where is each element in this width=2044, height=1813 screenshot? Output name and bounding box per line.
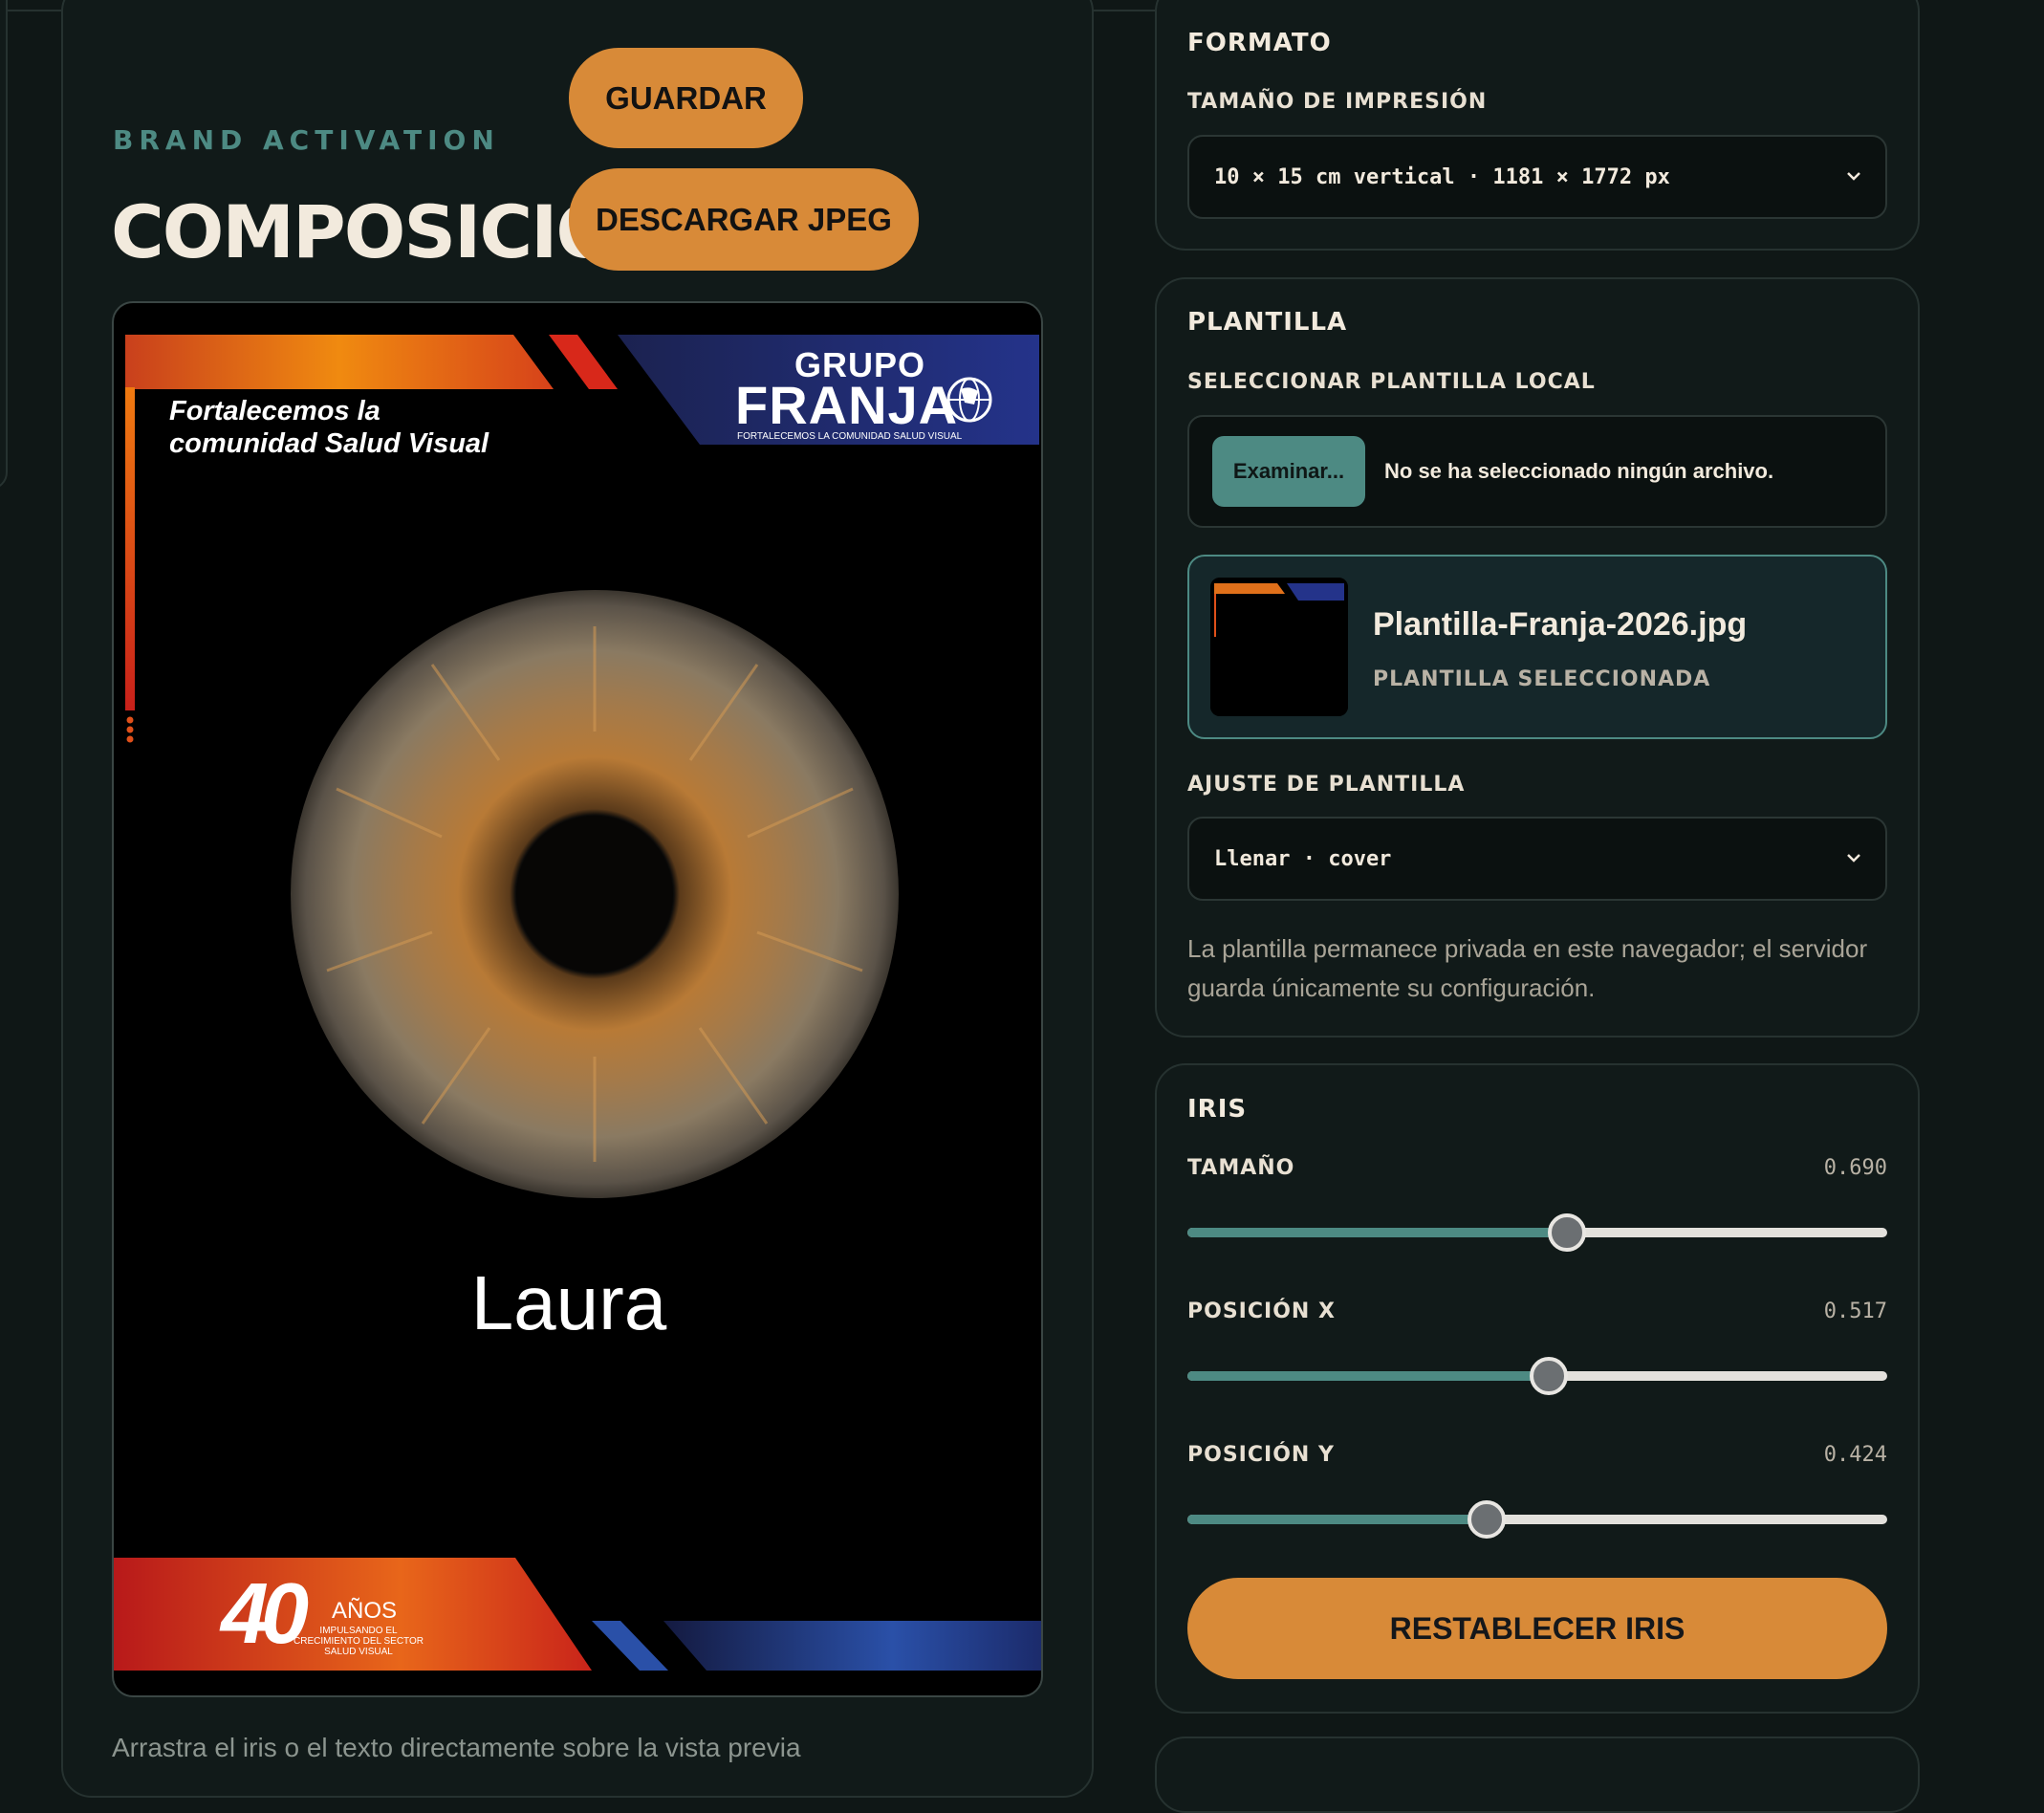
app-stage: BRAND ACTIVATION COMPOSICIÓN GUARDAR DES… — [0, 0, 2044, 1813]
iris-posy-slider[interactable] — [1187, 1499, 1887, 1539]
grupo-franja-logo: GRUPO FRANJA FORTALECEMOS LA COMUNIDAD S… — [735, 343, 1012, 448]
template-fit-select[interactable]: Llenar · cover — [1187, 817, 1887, 901]
slider-thumb[interactable] — [1468, 1500, 1507, 1539]
template-fit-value: Llenar · cover — [1214, 846, 1392, 871]
privacy-note: La plantilla permanece privada en este n… — [1187, 934, 1868, 1002]
participant-name-text[interactable]: Laura — [114, 1259, 1024, 1347]
anniversary-word: AÑOS — [332, 1598, 398, 1624]
formato-title: FORMATO — [1187, 29, 1332, 57]
template-thumbnail — [1210, 578, 1348, 716]
logo-tagline: FORTALECEMOS LA COMUNIDAD SALUD VISUAL — [737, 431, 963, 442]
iris-posx-slider[interactable] — [1187, 1356, 1887, 1395]
slider-fill — [1187, 1515, 1488, 1524]
slider-fill — [1187, 1228, 1567, 1237]
selected-template-name: Plantilla-Franja-2026.jpg — [1373, 606, 1748, 643]
plantilla-title: PLANTILLA — [1187, 308, 1348, 337]
iris-posx-value: 0.517 — [1823, 1300, 1887, 1323]
save-button[interactable]: GUARDAR — [569, 48, 803, 148]
composition-preview[interactable]: Fortalecemos la comunidad Salud Visual G… — [112, 301, 1043, 1697]
globe-icon — [946, 377, 992, 423]
file-status-text: No se ha seleccionado ningún archivo. — [1384, 459, 1774, 483]
anniversary-number: 40 — [221, 1566, 309, 1662]
collapsed-side-panel — [0, 0, 8, 490]
slider-fill — [1187, 1371, 1550, 1381]
next-panel — [1155, 1737, 1920, 1813]
browse-button[interactable]: Examinar... — [1212, 436, 1365, 507]
iris-size-label: TAMAÑO — [1187, 1156, 1295, 1180]
drag-hint: Arrastra el iris o el texto directamente… — [112, 1733, 801, 1762]
slider-thumb[interactable] — [1547, 1213, 1586, 1252]
print-size-value: 10 × 15 cm vertical · 1181 × 1772 px — [1214, 164, 1670, 189]
template-slogan: Fortalecemos la comunidad Salud Visual — [169, 395, 552, 460]
iris-image[interactable] — [289, 588, 901, 1200]
chevron-down-icon — [1847, 172, 1860, 181]
brand-activation-eyebrow: BRAND ACTIVATION — [113, 124, 500, 156]
download-jpeg-button[interactable]: DESCARGAR JPEG — [569, 168, 919, 271]
slogan-line-1: Fortalecemos la — [169, 396, 381, 426]
iris-posy-label: POSICIÓN Y — [1187, 1443, 1335, 1467]
template-thumbnail-graphic — [1210, 578, 1348, 716]
selected-template-badge: PLANTILLA SELECCIONADA — [1373, 667, 1711, 691]
iris-title: IRIS — [1187, 1095, 1248, 1124]
local-template-label: SELECCIONAR PLANTILLA LOCAL — [1187, 370, 1596, 394]
iris-size-value: 0.690 — [1823, 1156, 1887, 1180]
template-fit-label: AJUSTE DE PLANTILLA — [1187, 773, 1466, 797]
logo-franja-text: FRANJA — [735, 375, 959, 435]
iris-posx-label: POSICIÓN X — [1187, 1300, 1336, 1323]
slogan-line-2: comunidad Salud Visual — [169, 428, 489, 459]
chevron-down-icon — [1847, 854, 1860, 863]
print-size-select[interactable]: 10 × 15 cm vertical · 1181 × 1772 px — [1187, 135, 1887, 219]
iris-size-slider[interactable] — [1187, 1212, 1887, 1252]
reset-iris-button[interactable]: RESTABLECER IRIS — [1187, 1578, 1887, 1679]
print-size-label: TAMAÑO DE IMPRESIÓN — [1187, 90, 1488, 114]
anniversary-subtitle: IMPULSANDO EL CRECIMIENTO DEL SECTOR SAL… — [294, 1626, 424, 1657]
slider-thumb[interactable] — [1530, 1357, 1569, 1395]
iris-posy-value: 0.424 — [1823, 1443, 1887, 1467]
